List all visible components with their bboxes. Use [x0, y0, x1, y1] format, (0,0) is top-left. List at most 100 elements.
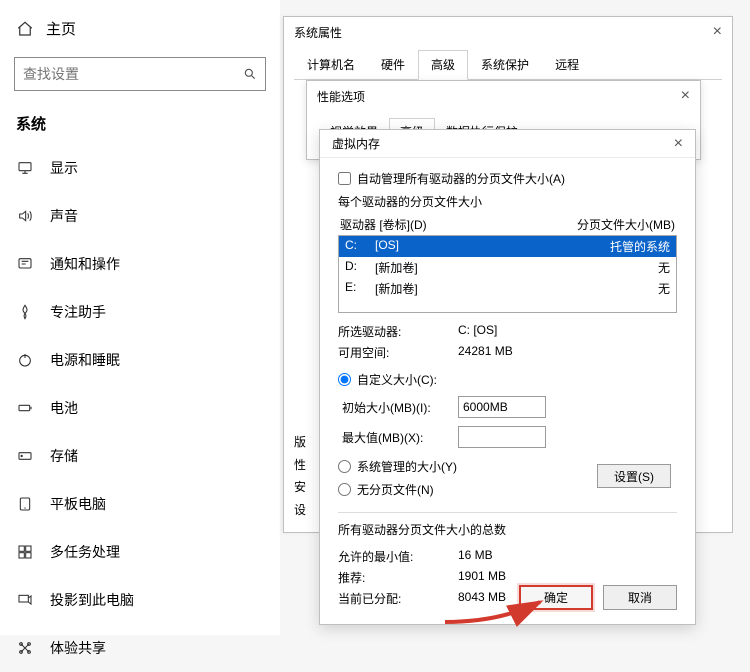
close-icon[interactable]: × [674, 135, 683, 153]
sidebar-item-label: 投影到此电脑 [50, 590, 134, 610]
max-size-label: 最大值(MB)(X): [338, 429, 458, 446]
col-size: 分页文件大小(MB) [577, 216, 675, 233]
perf-title: 性能选项 [317, 88, 365, 105]
cur-value: 8043 MB [458, 590, 506, 607]
sidebar-item-label: 通知和操作 [50, 254, 120, 274]
sysprops-title: 系统属性 [294, 24, 342, 41]
sidebar-item-label: 电池 [50, 398, 78, 418]
sidebar-item[interactable]: 通知和操作 [0, 240, 280, 288]
virtual-memory-dialog: 虚拟内存 × 自动管理所有驱动器的分页文件大小(A) 每个驱动器的分页文件大小 … [319, 129, 696, 625]
sysprops-tab[interactable]: 远程 [542, 50, 592, 80]
settings-search[interactable] [14, 57, 266, 91]
settings-panel: 主页 系统 显示声音通知和操作专注助手电源和睡眠电池存储平板电脑多任务处理投影到… [0, 0, 280, 635]
sidebar-item[interactable]: 电池 [0, 384, 280, 432]
auto-manage-input[interactable] [338, 172, 351, 185]
sidebar-item-label: 显示 [50, 158, 78, 178]
selected-drive-value: C: [OS] [458, 323, 497, 340]
drive-list[interactable]: C:[OS]托管的系统D:[新加卷]无E:[新加卷]无 [338, 235, 677, 313]
rec-value: 1901 MB [458, 569, 506, 586]
max-size-input[interactable] [458, 426, 546, 448]
rec-label: 推荐: [338, 569, 458, 586]
perf-titlebar: 性能选项 × [307, 81, 700, 111]
display-icon [16, 160, 34, 176]
min-value: 16 MB [458, 548, 493, 565]
drive-label: [OS] [375, 238, 610, 255]
vmem-title: 虚拟内存 [332, 135, 380, 152]
sidebar-item-label: 平板电脑 [50, 494, 106, 514]
sidebar-item-label: 体验共享 [50, 638, 106, 658]
search-icon [243, 67, 257, 81]
custom-size-radio[interactable]: 自定义大小(C): [338, 371, 677, 388]
home-icon [16, 20, 34, 38]
no-paging-input[interactable] [338, 483, 351, 496]
sidebar-item[interactable]: 多任务处理 [0, 528, 280, 576]
selected-drive-label: 所选驱动器: [338, 323, 458, 340]
sysprops-tab[interactable]: 计算机名 [294, 50, 368, 80]
initial-size-input[interactable] [458, 396, 546, 418]
drive-label: [新加卷] [375, 280, 658, 297]
drive-list-header: 驱动器 [卷标](D) 分页文件大小(MB) [338, 216, 677, 233]
auto-manage-checkbox[interactable]: 自动管理所有驱动器的分页文件大小(A) [338, 170, 677, 187]
drive-row[interactable]: E:[新加卷]无 [339, 278, 676, 299]
initial-size-label: 初始大小(MB)(I): [338, 399, 458, 416]
cancel-button[interactable]: 取消 [603, 585, 677, 610]
ok-button[interactable]: 确定 [519, 585, 593, 610]
drive-label: [新加卷] [375, 259, 658, 276]
sidebar-item-label: 电源和睡眠 [50, 350, 120, 370]
focus-assist-icon [16, 304, 34, 320]
power-sleep-icon [16, 352, 34, 368]
free-space-value: 24281 MB [458, 344, 513, 361]
system-managed-input[interactable] [338, 460, 351, 473]
sidebar-item[interactable]: 投影到此电脑 [0, 576, 280, 624]
drive-letter: C: [345, 238, 375, 255]
min-label: 允许的最小值: [338, 548, 458, 565]
free-space-label: 可用空间: [338, 344, 458, 361]
shared-exp-icon [16, 640, 34, 656]
no-paging-label: 无分页文件(N) [357, 481, 434, 498]
drive-size: 无 [658, 280, 670, 297]
totals-title: 所有驱动器分页文件大小的总数 [338, 521, 677, 538]
sysprops-tab[interactable]: 硬件 [368, 50, 418, 80]
system-managed-label: 系统管理的大小(Y) [357, 458, 457, 475]
set-button[interactable]: 设置(S) [597, 464, 671, 488]
sidebar-item[interactable]: 体验共享 [0, 624, 280, 672]
sound-icon [16, 208, 34, 224]
sidebar-item-label: 多任务处理 [50, 542, 120, 562]
sidebar-item[interactable]: 平板电脑 [0, 480, 280, 528]
custom-size-input[interactable] [338, 373, 351, 386]
sidebar-item-label: 存储 [50, 446, 78, 466]
sysprops-titlebar: 系统属性 × [284, 17, 732, 47]
per-drive-title: 每个驱动器的分页文件大小 [338, 193, 677, 210]
sidebar-item-label: 专注助手 [50, 302, 106, 322]
battery-icon [16, 400, 34, 416]
drive-row[interactable]: D:[新加卷]无 [339, 257, 676, 278]
sidebar-item[interactable]: 存储 [0, 432, 280, 480]
multitask-icon [16, 544, 34, 560]
notifications-icon [16, 256, 34, 272]
vmem-titlebar: 虚拟内存 × [320, 130, 695, 158]
search-input[interactable] [23, 66, 243, 82]
sidebar-item[interactable]: 专注助手 [0, 288, 280, 336]
section-title-system: 系统 [0, 113, 280, 144]
storage-icon [16, 448, 34, 464]
sidebar-item-label: 声音 [50, 206, 78, 226]
sidebar-item[interactable]: 声音 [0, 192, 280, 240]
close-icon[interactable]: × [713, 23, 722, 41]
vmem-button-row: 确定 取消 [519, 585, 677, 610]
drive-letter: D: [345, 259, 375, 276]
project-icon [16, 592, 34, 608]
cur-label: 当前已分配: [338, 590, 458, 607]
sysprops-tab[interactable]: 系统保护 [468, 50, 542, 80]
sysprops-tabs: 计算机名硬件高级系统保护远程 [294, 49, 722, 80]
custom-size-label: 自定义大小(C): [357, 371, 437, 388]
sysprops-tab[interactable]: 高级 [418, 50, 468, 80]
drive-size: 托管的系统 [610, 238, 670, 255]
sidebar-item[interactable]: 电源和睡眠 [0, 336, 280, 384]
auto-manage-label: 自动管理所有驱动器的分页文件大小(A) [357, 170, 565, 187]
drive-row[interactable]: C:[OS]托管的系统 [339, 236, 676, 257]
home-label: 主页 [46, 18, 76, 39]
settings-home[interactable]: 主页 [0, 0, 280, 57]
drive-letter: E: [345, 280, 375, 297]
close-icon[interactable]: × [681, 87, 690, 105]
sidebar-item[interactable]: 显示 [0, 144, 280, 192]
